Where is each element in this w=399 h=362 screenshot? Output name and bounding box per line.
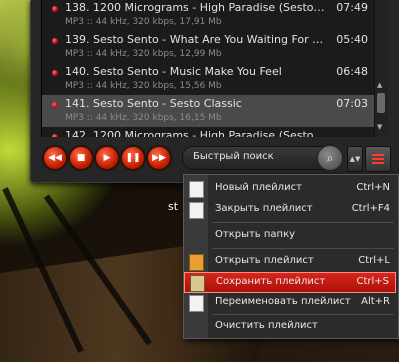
save-playlist-icon: [190, 275, 205, 292]
menu-item-new-playlist[interactable]: Новый плейлист Ctrl+N: [184, 179, 396, 198]
playlist-menu-button[interactable]: [365, 146, 391, 172]
menu-line-icon: [372, 158, 384, 160]
track-title: 140. Sesto Sento - Music Make You Feel: [65, 65, 282, 78]
open-playlist-icon: [189, 254, 204, 271]
player-controls: ◀◀ ■ ▶ ❚❚ ▶▶ Быстрый поиск ⌕ ▲▼: [39, 144, 394, 172]
menu-item-label: Переименовать плейлист: [215, 296, 351, 307]
track-bullet-icon: [52, 6, 58, 12]
track-title: 139. Sesto Sento - What Are You Waiting …: [65, 33, 325, 46]
track-meta: MP3 :: 44 kHz, 320 kbps, 15,56 Mb: [65, 81, 222, 91]
track-duration: 07:49: [336, 1, 368, 14]
track-bullet-icon: [52, 38, 58, 44]
quick-search[interactable]: Быстрый поиск ⌕: [182, 145, 343, 171]
menu-item-label: Сохранить плейлист: [216, 276, 326, 287]
pause-button[interactable]: ❚❚: [121, 146, 145, 170]
menu-separator: [212, 314, 394, 315]
menu-item-shortcut: Ctrl+F4: [351, 203, 390, 214]
track-meta: MP3 :: 44 kHz, 320 kbps, 12,99 Mb: [65, 49, 222, 59]
play-pause-button[interactable]: ▶: [95, 146, 119, 170]
track-title: 141. Sesto Sento - Sesto Classic: [65, 97, 242, 110]
rename-playlist-icon: [189, 295, 204, 312]
stop-button[interactable]: ■: [69, 146, 93, 170]
search-input[interactable]: Быстрый поиск: [193, 151, 274, 162]
playlist-track[interactable]: 138. 1200 Micrograms - High Paradise (Se…: [42, 0, 374, 31]
close-playlist-icon: [189, 202, 204, 219]
menu-item-label: Очистить плейлист: [215, 320, 318, 331]
track-duration: 05:40: [336, 33, 368, 46]
menu-item-clear-playlist[interactable]: Очистить плейлист: [184, 317, 396, 336]
scroll-up-icon[interactable]: ▲: [377, 81, 382, 89]
menu-item-rename-playlist[interactable]: Переименовать плейлист Alt+R: [184, 293, 396, 312]
playlist-track[interactable]: 139. Sesto Sento - What Are You Waiting …: [42, 31, 374, 63]
track-duration: 06:48: [336, 65, 368, 78]
track-meta: MP3 :: 44 kHz, 320 kbps, 17,91 Mb: [65, 17, 222, 27]
player-window: 138. 1200 Micrograms - High Paradise (Se…: [30, 0, 399, 183]
track-meta: MP3 :: 44 kHz, 320 kbps, 16,15 Mb: [65, 113, 222, 123]
menu-item-label: Открыть папку: [215, 229, 296, 240]
menu-separator: [212, 222, 394, 223]
menu-item-label: Закрыть плейлист: [215, 203, 313, 214]
menu-item-shortcut: Ctrl+N: [356, 182, 390, 193]
playlist-track[interactable]: 142. 1200 Micrograms - High Paradise (Se…: [42, 127, 374, 137]
scroll-down-icon[interactable]: ▼: [377, 123, 382, 131]
playlist-track-selected[interactable]: 141. Sesto Sento - Sesto Classic 07:03 M…: [42, 95, 374, 127]
track-title: 142. 1200 Micrograms - High Paradise (Se…: [65, 129, 325, 137]
desktop-icon-label[interactable]: st: [168, 200, 178, 213]
next-button[interactable]: ▶▶: [147, 146, 171, 170]
track-bullet-icon: [52, 102, 58, 108]
menu-item-shortcut: Ctrl+S: [356, 276, 389, 287]
menu-item-open-playlist[interactable]: Открыть плейлист Ctrl+L: [184, 252, 396, 271]
menu-item-open-folder[interactable]: Открыть папку: [184, 226, 396, 245]
playlist-track[interactable]: 140. Sesto Sento - Music Make You Feel 0…: [42, 63, 374, 95]
menu-separator: [212, 248, 394, 249]
scrollbar-thumb[interactable]: [377, 93, 385, 113]
menu-item-label: Открыть плейлист: [215, 255, 314, 266]
new-playlist-icon: [189, 181, 204, 198]
sort-arrows-icon[interactable]: ▲▼: [347, 146, 363, 172]
playlist[interactable]: 138. 1200 Micrograms - High Paradise (Se…: [41, 0, 388, 137]
playlist-context-menu: Новый плейлист Ctrl+N Закрыть плейлист C…: [183, 174, 399, 339]
track-bullet-icon: [52, 134, 58, 137]
track-bullet-icon: [52, 70, 58, 76]
menu-item-shortcut: Ctrl+L: [358, 255, 390, 266]
menu-item-label: Новый плейлист: [215, 182, 302, 193]
playlist-scrollbar[interactable]: ▲ ▼: [374, 0, 388, 137]
track-duration: 07:03: [336, 97, 368, 110]
menu-line-icon: [372, 154, 384, 156]
menu-item-close-playlist[interactable]: Закрыть плейлист Ctrl+F4: [184, 200, 396, 219]
menu-item-save-playlist[interactable]: Сохранить плейлист Ctrl+S: [184, 272, 396, 293]
previous-button[interactable]: ◀◀: [43, 146, 67, 170]
track-title: 138. 1200 Micrograms - High Paradise (Se…: [65, 1, 325, 14]
search-icon[interactable]: ⌕: [317, 145, 343, 171]
menu-item-shortcut: Alt+R: [361, 296, 390, 307]
menu-line-icon: [372, 162, 384, 164]
